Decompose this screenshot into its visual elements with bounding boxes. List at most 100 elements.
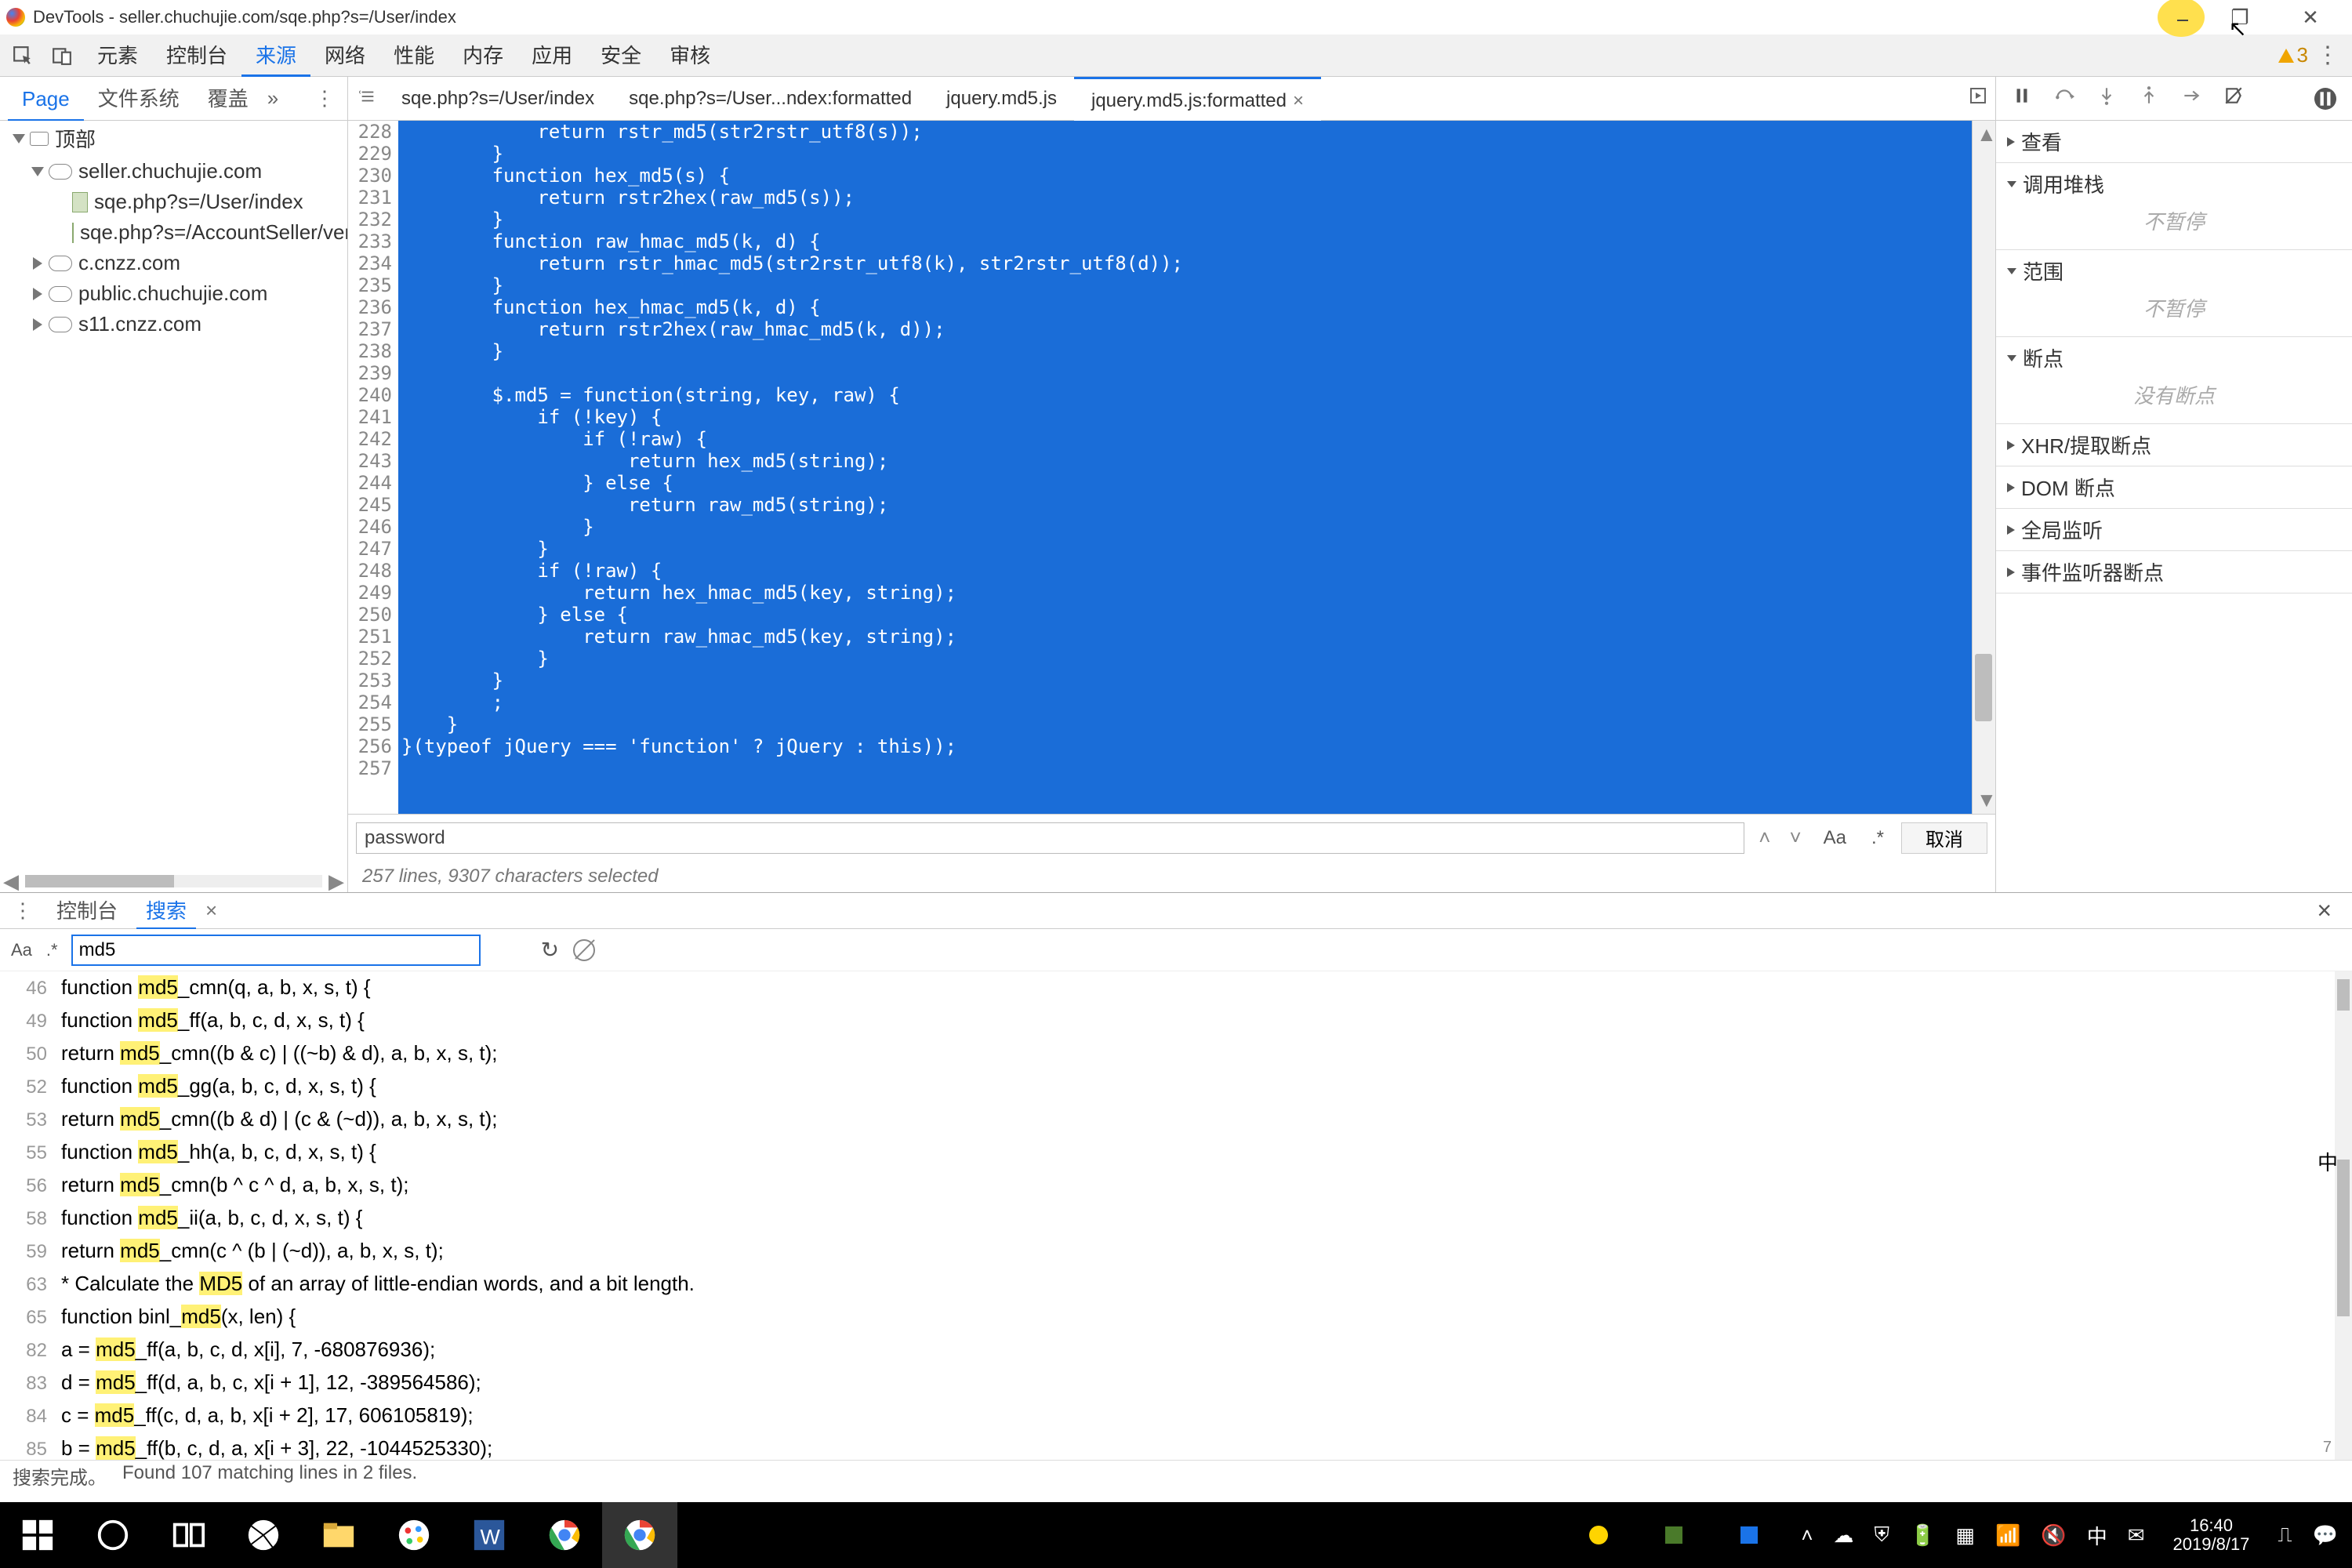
search-result-row[interactable]: 53return md5_cmn((b & d) | (c & (~d)), a… xyxy=(0,1103,2352,1136)
task-view-button[interactable] xyxy=(151,1502,226,1568)
taskbar-clock[interactable]: 16:40 2019/8/17 xyxy=(2165,1516,2258,1554)
find-next-icon[interactable]: ˅ xyxy=(1784,826,1806,850)
drawer-close-icon[interactable]: × xyxy=(2304,896,2344,925)
tree-node[interactable]: sqe.php?s=/User/index xyxy=(0,187,347,217)
subtab-覆盖[interactable]: 覆盖 xyxy=(194,77,263,121)
word-icon[interactable]: W xyxy=(452,1502,527,1568)
start-button[interactable] xyxy=(0,1502,75,1568)
find-cancel-button[interactable]: 取消 xyxy=(1901,822,1987,854)
device-toolbar-icon[interactable] xyxy=(44,40,80,71)
search-result-row[interactable]: 59return md5_cmn(c ^ (b | (~d)), a, b, x… xyxy=(0,1235,2352,1268)
editor-tab[interactable]: jquery.md5.js xyxy=(929,77,1074,121)
tray-app-1[interactable] xyxy=(1561,1502,1636,1568)
battery-icon[interactable]: 🔋 xyxy=(1910,1523,1935,1548)
file-explorer-icon[interactable] xyxy=(301,1502,376,1568)
search-result-row[interactable]: 63* Calculate the MD5 of an array of lit… xyxy=(0,1268,2352,1301)
editor-v-scrollbar[interactable]: ▲ ▼ xyxy=(1972,121,1995,814)
search-result-row[interactable]: 83d = md5_ff(d, a, b, c, x[i + 1], 12, -… xyxy=(0,1367,2352,1399)
tree-node[interactable]: public.chuchujie.com xyxy=(0,278,347,309)
section-watch[interactable]: 查看 xyxy=(2007,127,2341,156)
app-pinwheel-icon[interactable] xyxy=(226,1502,301,1568)
search-result-row[interactable]: 49function md5_ff(a, b, c, d, x, s, t) { xyxy=(0,1004,2352,1037)
filetree-h-scrollbar[interactable]: ◀▶ xyxy=(0,870,348,892)
search-results[interactable]: 46function md5_cmn(q, a, b, x, s, t) {49… xyxy=(0,971,2352,1460)
tree-node[interactable]: s11.cnzz.com xyxy=(0,309,347,339)
find-input[interactable] xyxy=(356,822,1744,854)
search-result-row[interactable]: 85b = md5_ff(b, c, d, a, x[i + 3], 22, -… xyxy=(0,1432,2352,1460)
main-tab-网络[interactable]: 网络 xyxy=(310,34,379,77)
file-tree[interactable]: 顶部 seller.chuchujie.comsqe.php?s=/User/i… xyxy=(0,121,348,870)
section-callstack[interactable]: 调用堆栈 xyxy=(2007,169,2341,198)
window-close-button[interactable]: ✕ xyxy=(2275,0,2346,34)
search-result-row[interactable]: 84c = md5_ff(c, d, a, b, x[i + 2], 17, 6… xyxy=(0,1399,2352,1432)
ime-tray-icon[interactable]: 中 xyxy=(2087,1521,2107,1550)
search-result-row[interactable]: 56return md5_cmn(b ^ c ^ d, a, b, x, s, … xyxy=(0,1169,2352,1202)
tree-node[interactable]: sqe.php?s=/AccountSeller/veri xyxy=(0,217,347,248)
search-result-row[interactable]: 52function md5_gg(a, b, c, d, x, s, t) { xyxy=(0,1070,2352,1103)
refresh-icon[interactable]: ↻ xyxy=(541,937,559,963)
navigate-history-icon[interactable] xyxy=(351,86,384,111)
tray-app-3[interactable] xyxy=(1711,1502,1787,1568)
main-tab-来源[interactable]: 来源 xyxy=(241,34,310,77)
ime-indicator[interactable]: 中 xyxy=(2318,1147,2338,1176)
main-tab-安全[interactable]: 安全 xyxy=(586,34,655,77)
main-tab-审核[interactable]: 审核 xyxy=(655,34,724,77)
volume-icon[interactable]: 🔇 xyxy=(2041,1523,2066,1548)
regex-toggle[interactable]: .* xyxy=(1864,827,1892,849)
security-icon[interactable]: ⛨ xyxy=(1875,1523,1890,1548)
main-tab-控制台[interactable]: 控制台 xyxy=(152,34,241,77)
search-result-row[interactable]: 82a = md5_ff(a, b, c, d, x[i], 7, -68087… xyxy=(0,1334,2352,1367)
window-minimize-button[interactable] xyxy=(2158,0,2205,37)
editor-tab[interactable]: sqe.php?s=/User...ndex:formatted xyxy=(612,77,929,121)
main-tab-元素[interactable]: 元素 xyxy=(83,34,152,77)
step-into-icon[interactable] xyxy=(2096,85,2117,111)
search-case-toggle[interactable]: Aa xyxy=(11,940,32,960)
paint-icon[interactable] xyxy=(376,1502,452,1568)
editor-tab[interactable]: sqe.php?s=/User/index xyxy=(384,77,612,121)
chrome-icon-2[interactable] xyxy=(602,1502,677,1568)
search-result-row[interactable]: 58function md5_ii(a, b, c, d, x, s, t) { xyxy=(0,1202,2352,1235)
drawer-tab-close-icon[interactable]: × xyxy=(205,898,217,923)
tree-node-top[interactable]: 顶部 xyxy=(0,121,347,156)
search-result-row[interactable]: 55function md5_hh(a, b, c, d, x, s, t) { xyxy=(0,1136,2352,1169)
warnings-badge[interactable]: 3 xyxy=(2278,43,2308,67)
section-global[interactable]: 全局监听 xyxy=(2007,515,2341,544)
notifications-icon[interactable]: 💬 xyxy=(2313,1523,2338,1548)
close-tab-icon[interactable]: × xyxy=(1293,90,1304,111)
pause-icon[interactable] xyxy=(2012,85,2032,111)
step-icon[interactable] xyxy=(2181,85,2201,111)
mail-icon[interactable]: ✉ xyxy=(2128,1523,2145,1548)
global-search-input[interactable] xyxy=(72,935,480,965)
search-result-row[interactable]: 46function md5_cmn(q, a, b, x, s, t) { xyxy=(0,971,2352,1004)
section-scope[interactable]: 范围 xyxy=(2007,256,2341,285)
graph-icon[interactable]: ⎍ xyxy=(2278,1523,2292,1548)
step-out-icon[interactable] xyxy=(2139,85,2159,111)
cloud-sync-icon[interactable]: ☁ xyxy=(1834,1523,1854,1548)
main-tab-应用[interactable]: 应用 xyxy=(517,34,586,77)
section-xhr[interactable]: XHR/提取断点 xyxy=(2007,430,2341,459)
devtools-menu-icon[interactable]: ⋮ xyxy=(2308,42,2347,69)
chrome-icon-1[interactable] xyxy=(527,1502,602,1568)
search-regex-toggle[interactable]: .* xyxy=(46,940,58,960)
tray-app-2[interactable] xyxy=(1636,1502,1711,1568)
results-v-scrollbar[interactable] xyxy=(2335,971,2352,1460)
search-result-row[interactable]: 50return md5_cmn((b & c) | ((~b) & d), a… xyxy=(0,1037,2352,1070)
navigator-menu-icon[interactable]: ⋮ xyxy=(310,86,339,111)
drawer-tab-search[interactable]: 搜索 xyxy=(136,893,196,929)
section-event[interactable]: 事件监听器断点 xyxy=(2007,557,2341,586)
deactivate-breakpoints-icon[interactable] xyxy=(2223,85,2244,111)
pause-on-exceptions-icon[interactable] xyxy=(2314,88,2336,110)
tree-node[interactable]: seller.chuchujie.com xyxy=(0,156,347,187)
run-snippet-icon[interactable] xyxy=(1969,86,1987,111)
cortana-button[interactable] xyxy=(75,1502,151,1568)
section-breakpoints[interactable]: 断点 xyxy=(2007,343,2341,372)
drawer-tab-console[interactable]: 控制台 xyxy=(47,893,127,929)
step-over-icon[interactable] xyxy=(2054,85,2074,111)
main-tab-性能[interactable]: 性能 xyxy=(379,34,448,77)
main-tab-内存[interactable]: 内存 xyxy=(448,34,517,77)
inspect-element-icon[interactable] xyxy=(5,40,41,71)
search-result-row[interactable]: 65function binl_md5(x, len) { xyxy=(0,1301,2352,1334)
code-content[interactable]: return rstr_md5(str2rstr_utf8(s)); } fun… xyxy=(398,121,1972,814)
drawer-menu-icon[interactable]: ⋮ xyxy=(8,898,38,923)
more-tabs-icon[interactable]: » xyxy=(263,86,283,111)
